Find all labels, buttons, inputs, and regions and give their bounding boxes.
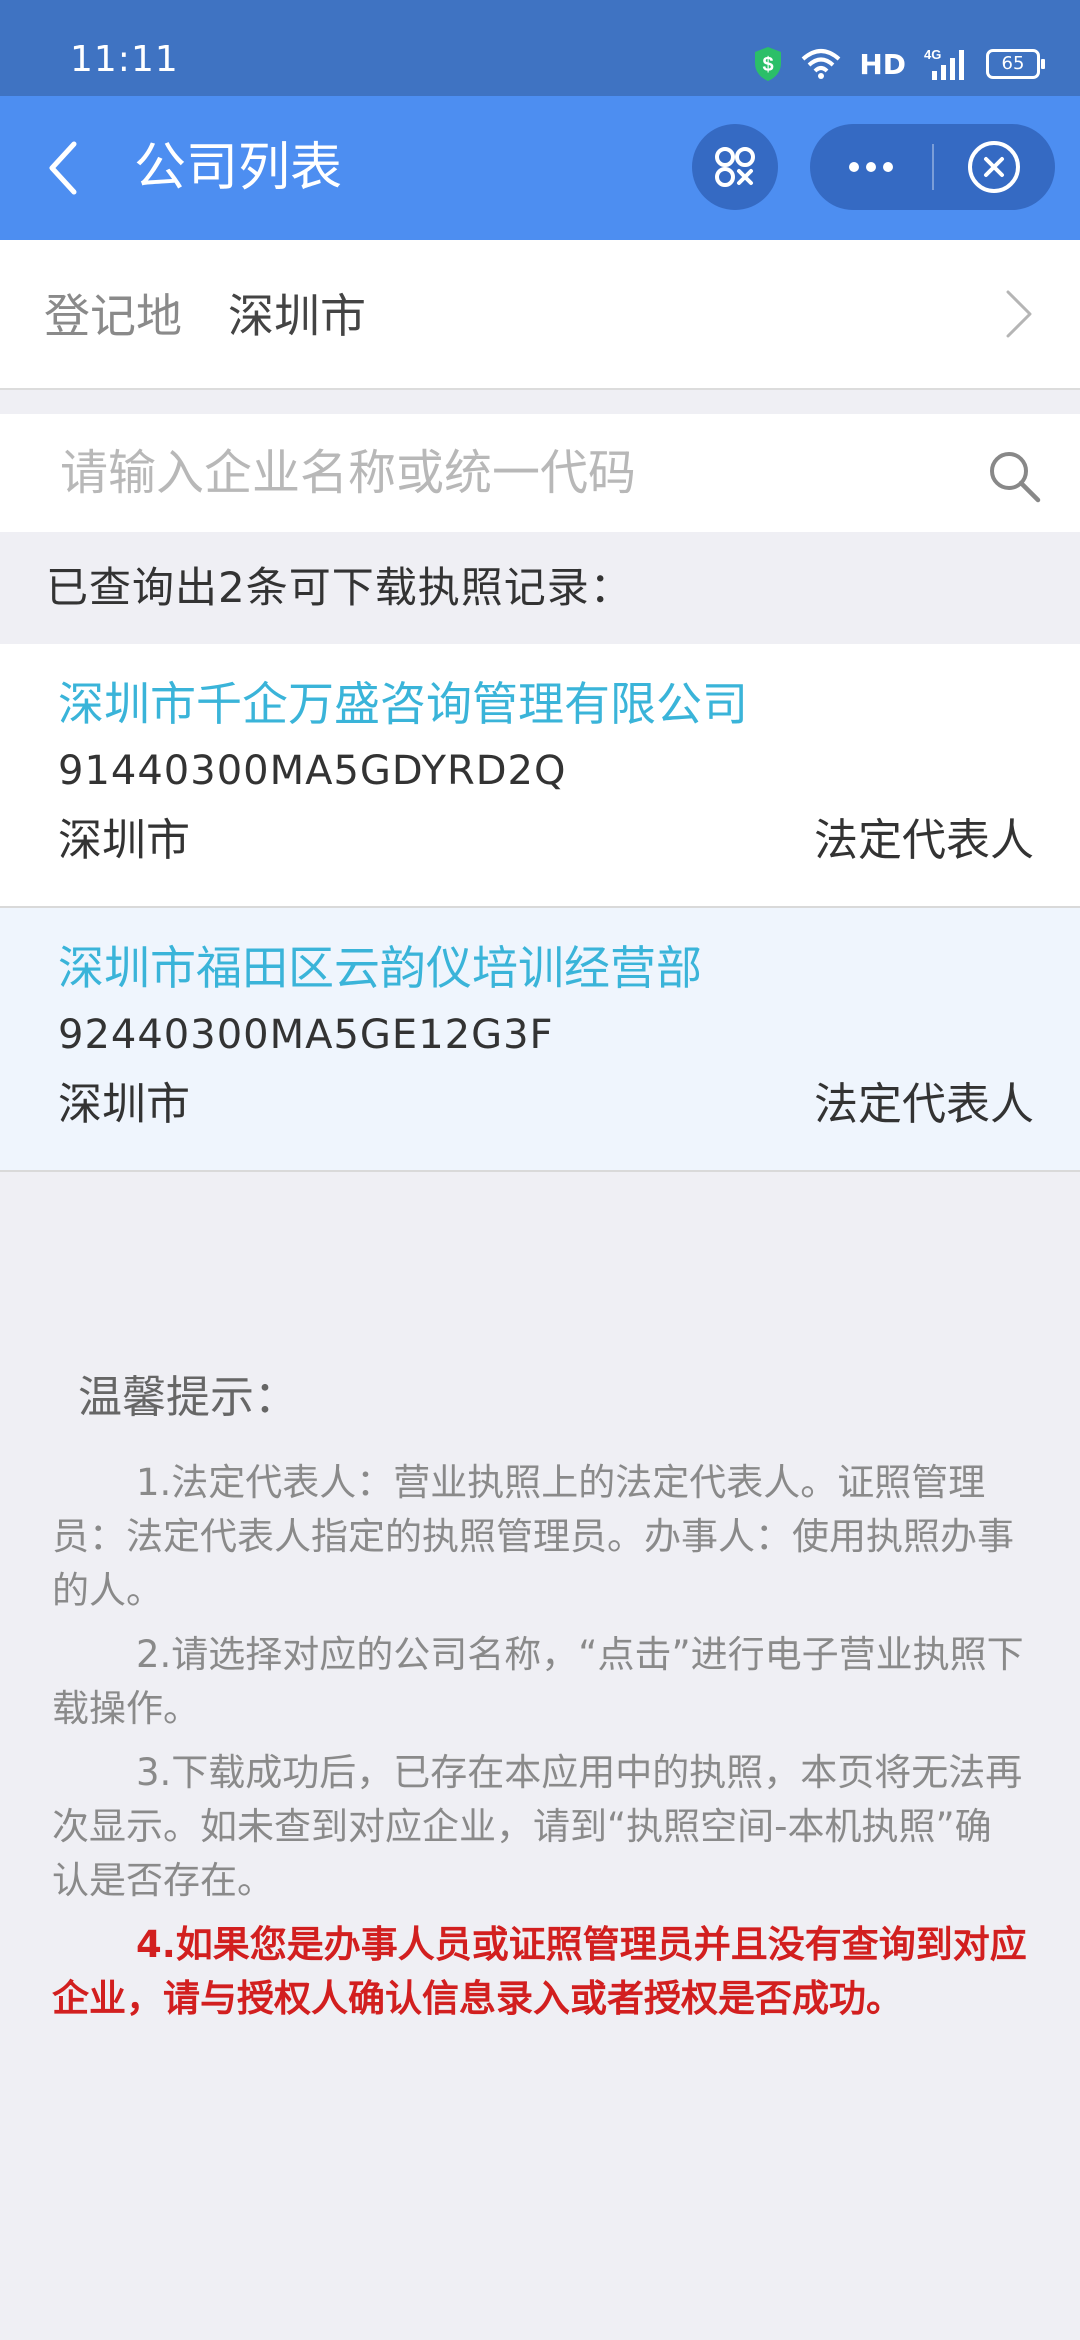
registration-location-selector[interactable]: 登记地 深圳市 [0,240,1080,390]
back-arrow-icon [49,141,77,195]
close-circle-icon [968,141,1020,193]
svg-text:4G: 4G [924,47,941,62]
chevron-right-icon [1006,290,1032,338]
registration-label: 登记地 [44,289,182,343]
close-button[interactable] [934,124,1055,210]
company-role: 法定代表人 [814,1079,1034,1130]
shield-icon: $ [755,47,782,81]
tip-item-2: 2.请选择对应的公司名称，“点击”进行电子营业执照下载操作。 [52,1633,1024,1730]
scan-button[interactable] [692,124,778,210]
svg-text:$: $ [763,54,774,76]
status-icons: $ HD 4G 65 [753,44,1045,84]
more-dots-icon [849,162,893,172]
search-bar [0,414,1080,532]
mini-program-capsule [810,124,1055,210]
scan-icon [715,147,755,187]
battery-level: 65 [1001,53,1025,74]
company-city: 深圳市 [58,1079,190,1130]
search-input[interactable] [60,438,960,508]
page-title: 公司列表 [134,138,343,198]
back-button[interactable] [40,132,110,204]
nav-bar: 公司列表 [0,96,1080,240]
more-button[interactable] [810,124,932,210]
registration-value: 深圳市 [228,289,366,343]
company-credit-code: 91440300MA5GDYRD2Q [58,748,567,794]
company-city: 深圳市 [58,815,190,866]
status-bar: 11:11 $ HD 4G 65 [0,0,1080,96]
company-name: 深圳市福田区云韵仪培训经营部 [58,941,702,995]
wifi-icon [801,49,841,79]
tips-title: 温馨提示： [78,1372,298,1423]
company-role: 法定代表人 [814,815,1034,866]
company-list-item[interactable]: 深圳市福田区云韵仪培训经营部 92440300MA5GE12G3F 深圳市 法定… [0,908,1080,1172]
tip-item-1: 1.法定代表人：营业执照上的法定代表人。证照管理员：法定代表人指定的执照管理员。… [52,1461,1014,1612]
tip-item-4-warning: 4.如果您是办事人员或证照管理员并且没有查询到对应企业，请与授权人确认信息录入或… [52,1923,1027,2020]
result-summary: 已查询出2条可下载执照记录： [46,563,633,612]
network-type-label: HD [859,47,906,81]
company-credit-code: 92440300MA5GE12G3F [58,1012,554,1058]
company-name: 深圳市千企万盛咨询管理有限公司 [58,677,748,731]
tip-item-3: 3.下载成功后，已存在本应用中的执照，本页将无法再次显示。如未查到对应企业，请到… [52,1751,1023,1902]
signal-icon: 4G [924,47,964,80]
company-list-item[interactable]: 深圳市千企万盛咨询管理有限公司 91440300MA5GDYRD2Q 深圳市 法… [0,644,1080,908]
battery-indicator: 65 [986,49,1045,79]
status-time: 11:11 [70,39,179,80]
search-icon[interactable] [986,448,1042,504]
